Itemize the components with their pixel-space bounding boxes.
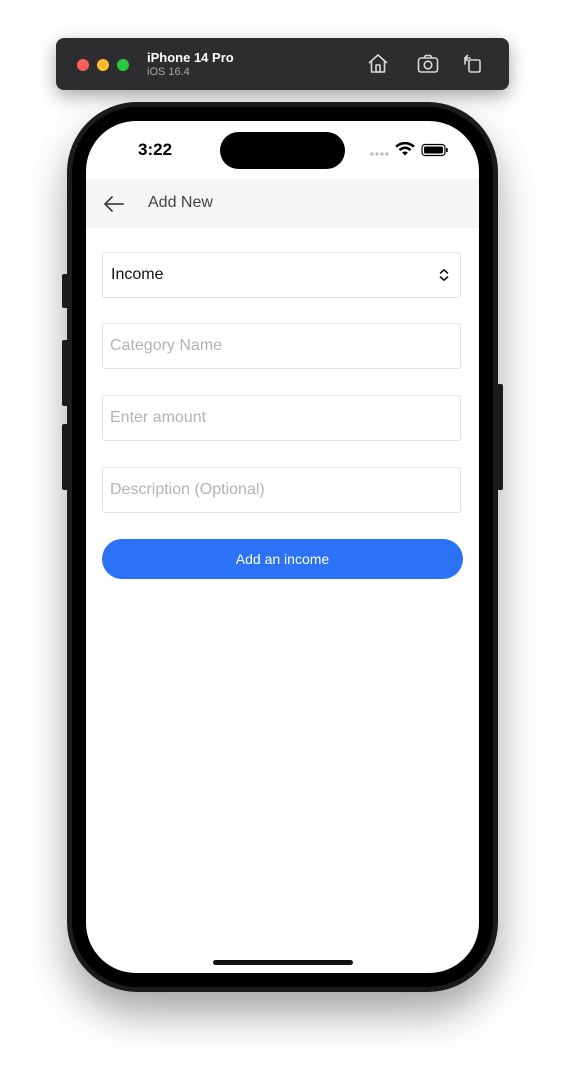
os-version: iOS 16.4	[147, 66, 190, 78]
page-title: Add New	[148, 194, 213, 211]
navigation-bar: Add New	[86, 179, 479, 228]
volume-down-button	[62, 424, 68, 490]
amount-field-box	[102, 395, 461, 441]
screenshot-icon[interactable]	[416, 52, 440, 76]
wifi-icon	[395, 141, 415, 156]
type-select-value: Income	[111, 266, 164, 283]
status-icons	[369, 141, 449, 158]
category-field-box	[102, 323, 461, 369]
description-input[interactable]	[103, 468, 460, 512]
simulator-toolbar: iPhone 14 Pro iOS 16.4	[56, 38, 509, 90]
add-income-button[interactable]: Add an income	[102, 539, 463, 579]
app-screen: 3:22 Add New Income Category Name Enter …	[86, 121, 479, 973]
device-name: iPhone 14 Pro	[147, 50, 234, 65]
zoom-window-button[interactable]	[117, 59, 129, 71]
dynamic-island	[220, 132, 345, 169]
home-indicator[interactable]	[213, 960, 353, 965]
chevron-updown-icon	[438, 268, 450, 282]
arrow-left-icon[interactable]	[102, 192, 126, 216]
action-button	[62, 274, 68, 308]
cellular-signal-icon	[370, 152, 389, 156]
home-icon[interactable]	[366, 52, 390, 76]
status-time: 3:22	[138, 140, 173, 159]
type-select[interactable]: Income	[102, 252, 461, 298]
volume-up-button	[62, 340, 68, 406]
rotate-icon[interactable]	[461, 52, 485, 76]
battery-icon	[421, 143, 448, 157]
close-window-button[interactable]	[77, 59, 89, 71]
amount-input[interactable]	[103, 396, 460, 440]
category-name-input[interactable]	[103, 324, 460, 368]
minimize-window-button[interactable]	[97, 59, 109, 71]
description-field-box	[102, 467, 461, 513]
power-button	[497, 384, 503, 490]
